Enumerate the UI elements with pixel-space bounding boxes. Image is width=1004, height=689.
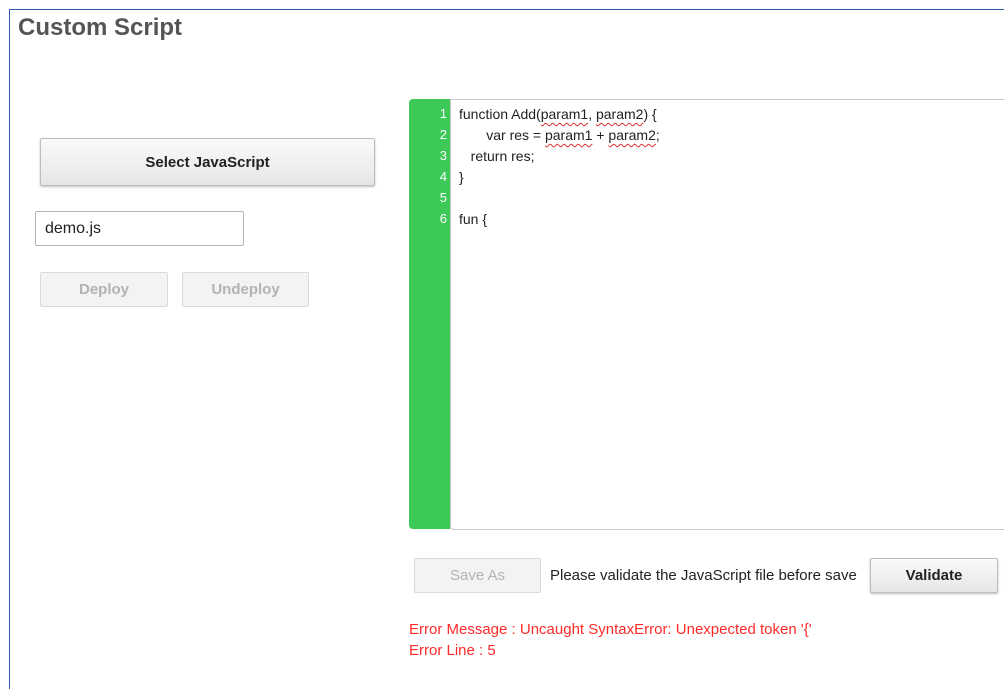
line-number: 5: [439, 190, 447, 205]
validate-button[interactable]: Validate: [870, 558, 998, 593]
line-number: 4: [439, 169, 447, 184]
misspelled-token: param2: [595, 106, 644, 122]
deploy-button[interactable]: Deploy: [40, 272, 168, 307]
page-title: Custom Script: [18, 14, 183, 41]
file-name-input[interactable]: [35, 211, 244, 246]
code-token: ) {: [643, 106, 657, 122]
line-number-gutter: 1 2 3 4 5 6: [409, 99, 450, 529]
code-line-2: var res = param1 + param2;: [459, 125, 660, 146]
line-number: 1: [439, 106, 447, 121]
line-number: 2: [439, 127, 447, 142]
code-token: +: [592, 127, 609, 143]
code-token: function Add(: [459, 106, 541, 122]
error-message: Error Message : Uncaught SyntaxError: Un…: [409, 621, 812, 638]
misspelled-token: param2: [608, 127, 656, 143]
line-number: 6: [439, 211, 447, 226]
error-line: Error Line : 5: [409, 642, 496, 659]
code-line-1: function Add(param1, param2) {: [459, 104, 657, 125]
code-line-3: return res;: [459, 148, 535, 164]
code-editor[interactable]: 1 2 3 4 5 6 function Add(param1, param2)…: [409, 99, 1004, 530]
code-token: ;: [655, 127, 660, 143]
code-token: var res =: [459, 127, 545, 143]
undeploy-button[interactable]: Undeploy: [182, 272, 309, 307]
select-javascript-button[interactable]: Select JavaScript: [40, 138, 375, 186]
code-text-area[interactable]: function Add(param1, param2) { var res =…: [450, 99, 1004, 530]
validate-hint-text: Please validate the JavaScript file befo…: [550, 567, 857, 584]
code-token: ,: [588, 106, 596, 122]
code-line-4: }: [459, 169, 464, 185]
misspelled-token: param1: [544, 127, 593, 143]
save-as-button[interactable]: Save As: [414, 558, 541, 593]
line-number: 3: [439, 148, 447, 163]
misspelled-token: param1: [540, 106, 589, 122]
code-line-6: fun {: [459, 211, 488, 227]
